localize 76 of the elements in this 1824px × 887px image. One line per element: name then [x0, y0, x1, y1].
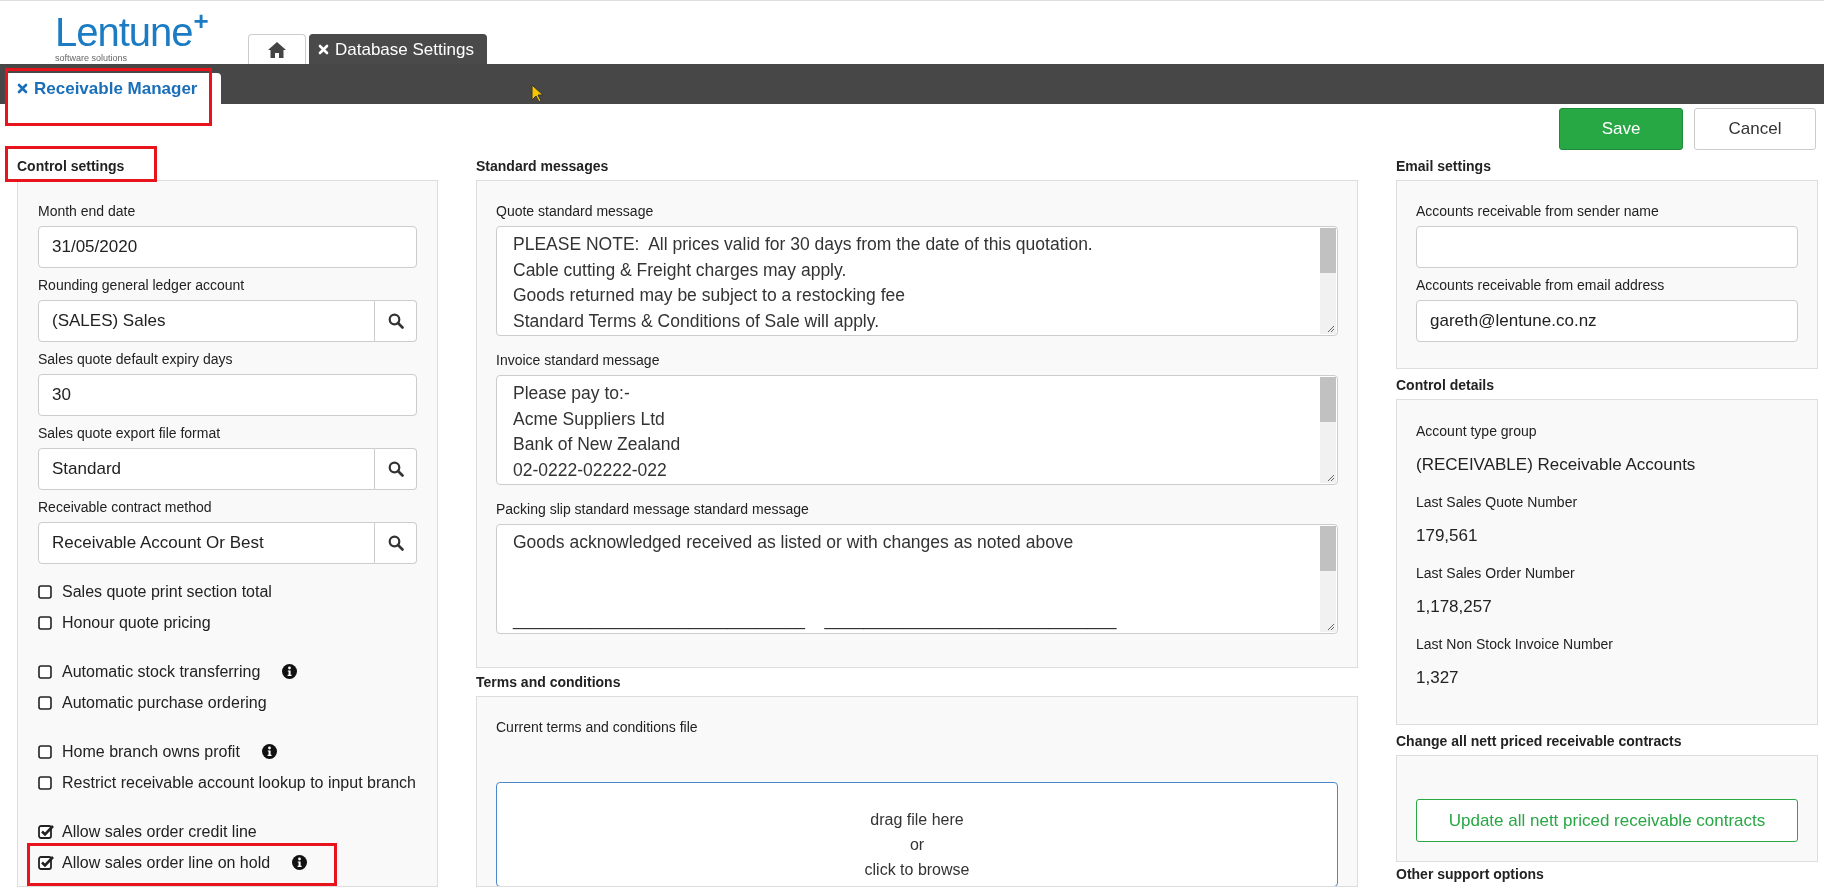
checkbox-label: Restrict receivable account lookup to input branch — [62, 772, 416, 793]
detail-label: Last Sales Quote Number — [1416, 494, 1578, 511]
scrollbar[interactable] — [1320, 228, 1336, 334]
close-icon — [318, 44, 329, 55]
detail-label: Last Non Stock Invoice Number — [1416, 636, 1613, 653]
logo-plus: + — [193, 13, 209, 29]
checkbox[interactable] — [38, 774, 54, 791]
section-title: Standard messages — [476, 157, 609, 174]
section-title: Change all nett priced receivable contracts — [1396, 732, 1682, 749]
message-field[interactable]: Goods acknowledged received as listed or with changes as noted above ______________________________ ______________________________ — [496, 524, 1338, 634]
section-title: Email settings — [1396, 157, 1491, 174]
field-label: Receivable contract method — [38, 499, 212, 516]
search-icon — [387, 313, 404, 329]
field-label: Accounts receivable from sender name — [1416, 203, 1659, 220]
field-label: Accounts receivable from email address — [1416, 277, 1665, 294]
section-title: Control details — [1396, 376, 1494, 393]
search-icon — [387, 461, 404, 477]
detail-value: 1,178,257 — [1416, 597, 1492, 617]
detail-label: Last Sales Order Number — [1416, 565, 1575, 582]
lookup-button[interactable] — [375, 300, 417, 342]
input-field[interactable]: Standard — [38, 448, 375, 490]
checkbox-label: Honour quote pricing — [62, 612, 211, 633]
field-label: Quote standard message — [496, 203, 654, 220]
message-field[interactable]: PLEASE NOTE: All prices valid for 30 days from the date of this quotation. Cable cutting & Freight charges may apply. Goods returned may be subject to a restocking fee Standard Terms & Conditions of Sale will apply. — [496, 226, 1338, 336]
home-icon — [267, 40, 287, 59]
message-field[interactable]: Please pay to:- Acme Suppliers Ltd Bank of New Zealand 02-0222-02222-022 — [496, 375, 1338, 485]
checkbox-label: Automatic purchase ordering — [62, 692, 267, 713]
input-field[interactable]: Receivable Account Or Best — [38, 522, 375, 564]
detail-value: 1,327 — [1416, 668, 1459, 688]
checkbox[interactable] — [38, 694, 54, 711]
field-label: Month end date — [38, 203, 136, 220]
file-drop-zone[interactable]: drag file here or click to browse — [496, 782, 1338, 886]
checkbox[interactable] — [38, 743, 54, 760]
checkbox[interactable] — [38, 663, 54, 680]
checkbox[interactable] — [38, 614, 54, 631]
input-field[interactable]: (SALES) Sales — [38, 300, 375, 342]
checkbox-label: Allow sales order credit line — [62, 821, 257, 842]
lookup-button[interactable] — [375, 448, 417, 490]
cancel-button[interactable]: Cancel — [1694, 108, 1816, 150]
field-label: Packing slip standard message standard message — [496, 501, 809, 518]
close-icon — [17, 83, 28, 94]
input-field[interactable]: 31/05/2020 — [38, 226, 417, 268]
field-label: Rounding general ledger account — [38, 277, 245, 294]
cursor-icon — [531, 84, 544, 103]
resize-grip-icon — [1327, 325, 1335, 333]
checkbox-label: Home branch owns profit — [62, 741, 240, 762]
field-label: Sales quote export file format — [38, 425, 221, 442]
scrollbar[interactable] — [1320, 377, 1336, 483]
checkbox[interactable] — [38, 583, 54, 600]
detail-value: 179,561 — [1416, 526, 1478, 546]
input-field[interactable] — [1416, 226, 1798, 268]
detail-value: (RECEIVABLE) Receivable Accounts — [1416, 455, 1696, 475]
logo-tagline: software solutions — [55, 53, 128, 63]
field-label: Sales quote default expiry days — [38, 351, 233, 368]
search-icon — [387, 535, 404, 551]
home-tab[interactable] — [248, 34, 306, 64]
section-title: Other support options — [1396, 865, 1544, 882]
field-label: Invoice standard message — [496, 352, 660, 369]
logo-wordmark: Lentune — [55, 13, 193, 51]
checkbox[interactable] — [38, 854, 54, 871]
input-field[interactable]: 30 — [38, 374, 417, 416]
checkbox[interactable] — [38, 823, 54, 840]
section-title: Terms and conditions — [476, 673, 621, 690]
detail-label: Account type group — [1416, 423, 1537, 440]
checkbox-label: Allow sales order line on hold — [62, 852, 271, 873]
resize-grip-icon — [1327, 623, 1335, 631]
input-field[interactable]: gareth@lentune.co.nz — [1416, 300, 1798, 342]
module-tab[interactable]: Receivable Manager — [5, 73, 222, 104]
resize-grip-icon — [1327, 474, 1335, 482]
field-label: Current terms and conditions file — [496, 719, 698, 736]
section-title: Control settings — [17, 157, 125, 174]
checkbox-label: Automatic stock transferring — [62, 661, 261, 682]
lookup-button[interactable] — [375, 522, 417, 564]
page-tab[interactable]: Database Settings — [309, 34, 487, 64]
scrollbar[interactable] — [1320, 526, 1336, 632]
checkbox-label: Sales quote print section total — [62, 581, 272, 602]
